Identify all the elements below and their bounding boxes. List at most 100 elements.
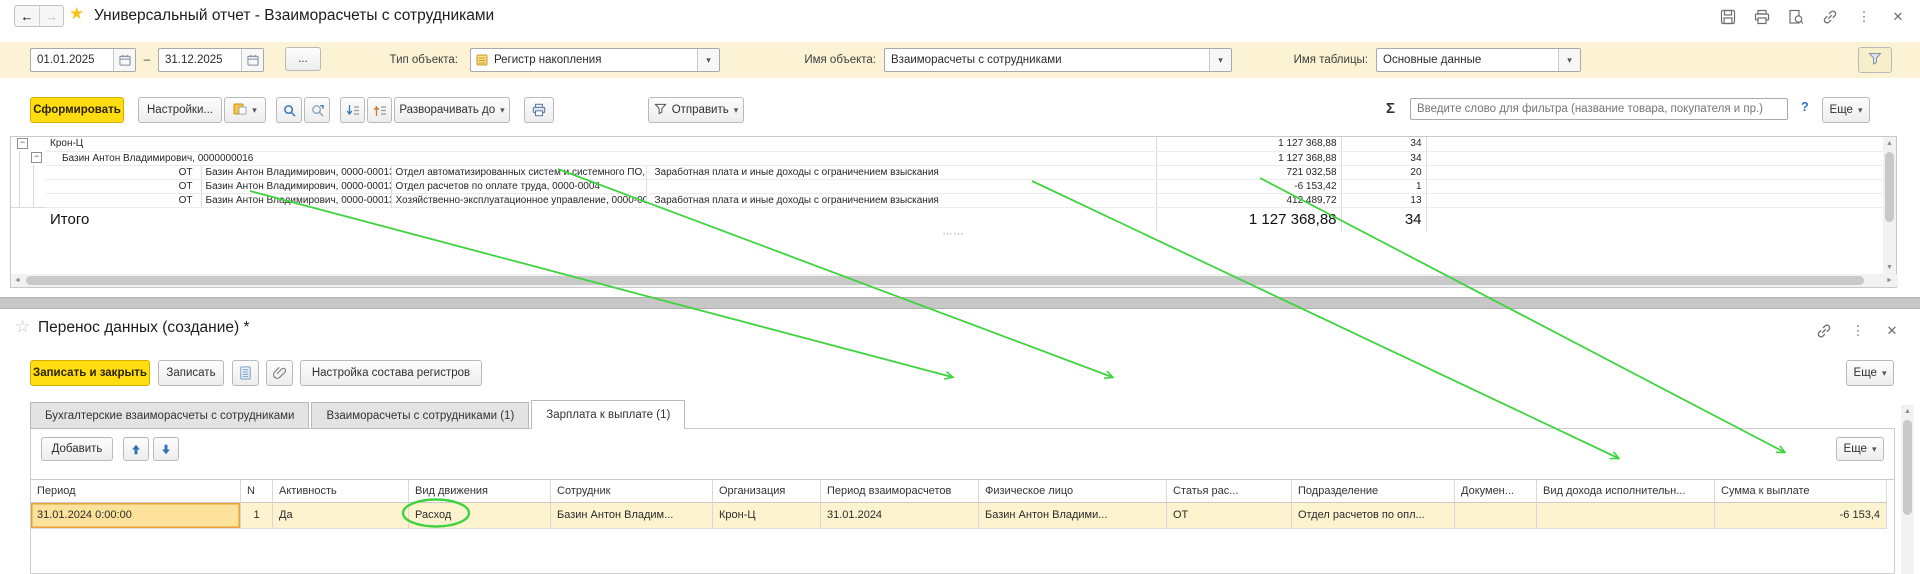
move-up-icon[interactable] <box>123 437 149 461</box>
scroll-right-icon[interactable]: ► <box>1883 274 1896 287</box>
cell-n[interactable]: 1 <box>241 503 273 528</box>
cell-expense-item[interactable]: ОТ <box>1167 503 1292 528</box>
report-variants-button[interactable]: ▾ <box>224 97 266 123</box>
save-icon[interactable] <box>1718 8 1738 26</box>
col-movement-type[interactable]: Вид движения <box>409 480 551 502</box>
col-income-type[interactable]: Вид дохода исполнительн... <box>1537 480 1715 502</box>
filter-funnel-button[interactable] <box>1858 47 1892 73</box>
table-row[interactable]: − Базин Антон Владимирович, 0000000016 1… <box>11 151 1886 166</box>
table-row[interactable]: ОТ Базин Антон Владимирович, 0000-00013 … <box>11 179 1886 194</box>
scroll-down-icon[interactable]: ▼ <box>1883 261 1896 274</box>
table-row[interactable]: ОТ Базин Антон Владимирович, 0000-00013 … <box>11 193 1886 208</box>
save-button[interactable]: Записать <box>158 360 224 386</box>
window-separator[interactable] <box>0 297 1920 309</box>
cell-document[interactable] <box>1455 503 1537 528</box>
table-row[interactable]: − Крон-Ц 1 127 368,88 34 <box>11 137 1886 152</box>
transfer-vscrollbar[interactable]: ▲ <box>1901 405 1914 574</box>
hscroll-thumb[interactable] <box>26 276 1864 285</box>
cell-department[interactable]: Отдел расчетов по опл... <box>1292 503 1455 528</box>
generate-button[interactable]: Сформировать <box>30 97 124 123</box>
col-expense-item[interactable]: Статья рас... <box>1167 480 1292 502</box>
col-document[interactable]: Докумен... <box>1455 480 1537 502</box>
link-icon[interactable] <box>1814 322 1834 340</box>
print-preview-icon[interactable] <box>1786 8 1806 26</box>
cell-organization[interactable]: Крон-Ц <box>713 503 821 528</box>
calendar-icon[interactable] <box>241 49 263 71</box>
period-from-field[interactable]: 01.01.2025 <box>30 48 136 72</box>
send-button[interactable]: Отправить ▾ <box>648 97 744 123</box>
expand-groups-icon[interactable] <box>340 97 365 123</box>
collapse-groups-icon[interactable] <box>367 97 392 123</box>
sigma-icon[interactable]: Σ <box>1386 100 1395 117</box>
close-icon[interactable]: ✕ <box>1888 8 1908 26</box>
period-more-button[interactable]: ... <box>285 47 321 71</box>
cell-income-type[interactable] <box>1537 503 1715 528</box>
registers-setup-button[interactable]: Настройка состава регистров <box>300 360 482 386</box>
scroll-up-icon[interactable]: ▲ <box>1883 137 1896 150</box>
vscroll-thumb[interactable] <box>1903 420 1912 515</box>
col-employee[interactable]: Сотрудник <box>551 480 713 502</box>
back-button[interactable]: ← <box>15 6 39 26</box>
cell-activity[interactable]: Да <box>273 503 409 528</box>
print-icon[interactable] <box>1752 8 1772 26</box>
col-settlement-period[interactable]: Период взаиморасчетов <box>821 480 979 502</box>
search-icon[interactable] <box>276 97 302 123</box>
grid-data-row[interactable]: 31.01.2024 0:00:00 1 Да Расход Базин Ант… <box>31 503 1887 529</box>
kebab-menu-icon[interactable]: ⋮ <box>1848 322 1868 340</box>
cell-person[interactable]: Базин Антон Владими... <box>979 503 1167 528</box>
chevron-down-icon[interactable]: ▾ <box>697 49 719 71</box>
scroll-left-icon[interactable]: ◄ <box>11 274 24 287</box>
col-amount[interactable]: Сумма к выплате <box>1715 480 1887 502</box>
quick-filter-input[interactable] <box>1410 98 1788 120</box>
col-department[interactable]: Подразделение <box>1292 480 1455 502</box>
settings-button[interactable]: Настройки... <box>138 97 222 123</box>
help-button[interactable]: ? <box>1801 100 1809 114</box>
object-name-combo[interactable]: Взаиморасчеты с сотрудниками ▾ <box>884 48 1232 72</box>
close-icon[interactable]: ✕ <box>1882 322 1902 340</box>
cell-period[interactable]: 31.01.2024 0:00:00 <box>31 503 241 528</box>
kebab-menu-icon[interactable]: ⋮ <box>1854 8 1874 26</box>
expand-to-button[interactable]: Разворачивать до ▾ <box>394 97 510 123</box>
search-next-icon[interactable] <box>304 97 330 123</box>
transfer-more-button[interactable]: Еще ▾ <box>1846 360 1894 386</box>
scroll-up-icon[interactable]: ▲ <box>1901 405 1914 418</box>
table-row[interactable]: ОТ Базин Антон Владимирович, 0000-00013 … <box>11 165 1886 180</box>
grid-more-button[interactable]: Еще ▾ <box>1836 437 1884 461</box>
report-vscrollbar[interactable]: ▲ ▼ <box>1883 137 1896 274</box>
splitter-handle[interactable]: ⋯⋯ <box>943 229 965 240</box>
attachment-paperclip-icon[interactable] <box>266 360 293 386</box>
report-hscrollbar[interactable]: ◄ ► <box>11 274 1898 287</box>
vscroll-thumb[interactable] <box>1885 152 1894 222</box>
calendar-icon[interactable] <box>113 49 135 71</box>
cell-movement-type[interactable]: Расход <box>409 503 551 528</box>
col-person[interactable]: Физическое лицо <box>979 480 1167 502</box>
col-activity[interactable]: Активность <box>273 480 409 502</box>
forward-button[interactable]: → <box>39 6 63 26</box>
tab-accounting-settlements[interactable]: Бухгалтерские взаиморасчеты с сотрудника… <box>30 402 310 429</box>
table-name-combo[interactable]: Основные данные ▾ <box>1376 48 1581 72</box>
register-records-icon[interactable] <box>232 360 259 386</box>
add-row-button[interactable]: Добавить <box>41 437 113 461</box>
favorite-star-outline-icon[interactable]: ☆ <box>15 317 30 337</box>
total-row[interactable]: Итого 1 127 368,88 34 <box>11 206 1886 231</box>
col-organization[interactable]: Организация <box>713 480 821 502</box>
cell-settlement-period[interactable]: 31.01.2024 <box>821 503 979 528</box>
period-to-field[interactable]: 31.12.2025 <box>158 48 264 72</box>
cell-employee[interactable]: Базин Антон Владим... <box>551 503 713 528</box>
print-report-icon[interactable] <box>524 97 554 123</box>
chevron-down-icon[interactable]: ▾ <box>1558 49 1580 71</box>
save-and-close-button[interactable]: Записать и закрыть <box>30 360 150 386</box>
col-n[interactable]: N <box>241 480 273 502</box>
report-more-button[interactable]: Еще ▾ <box>1822 97 1870 123</box>
collapse-toggle[interactable]: − <box>31 152 42 164</box>
chevron-down-icon[interactable]: ▾ <box>1209 49 1231 71</box>
favorite-star-icon[interactable]: ★ <box>69 4 84 24</box>
tab-salary-payable[interactable]: Зарплата к выплате (1) <box>531 400 686 429</box>
link-icon[interactable] <box>1820 8 1840 26</box>
tab-settlements[interactable]: Взаиморасчеты с сотрудниками (1) <box>311 402 530 429</box>
move-down-icon[interactable] <box>153 437 179 461</box>
col-period[interactable]: Период <box>31 480 241 502</box>
collapse-toggle[interactable]: − <box>17 138 28 150</box>
object-type-combo[interactable]: Регистр накопления ▾ <box>470 48 720 72</box>
cell-amount[interactable]: -6 153,4 <box>1715 503 1887 528</box>
